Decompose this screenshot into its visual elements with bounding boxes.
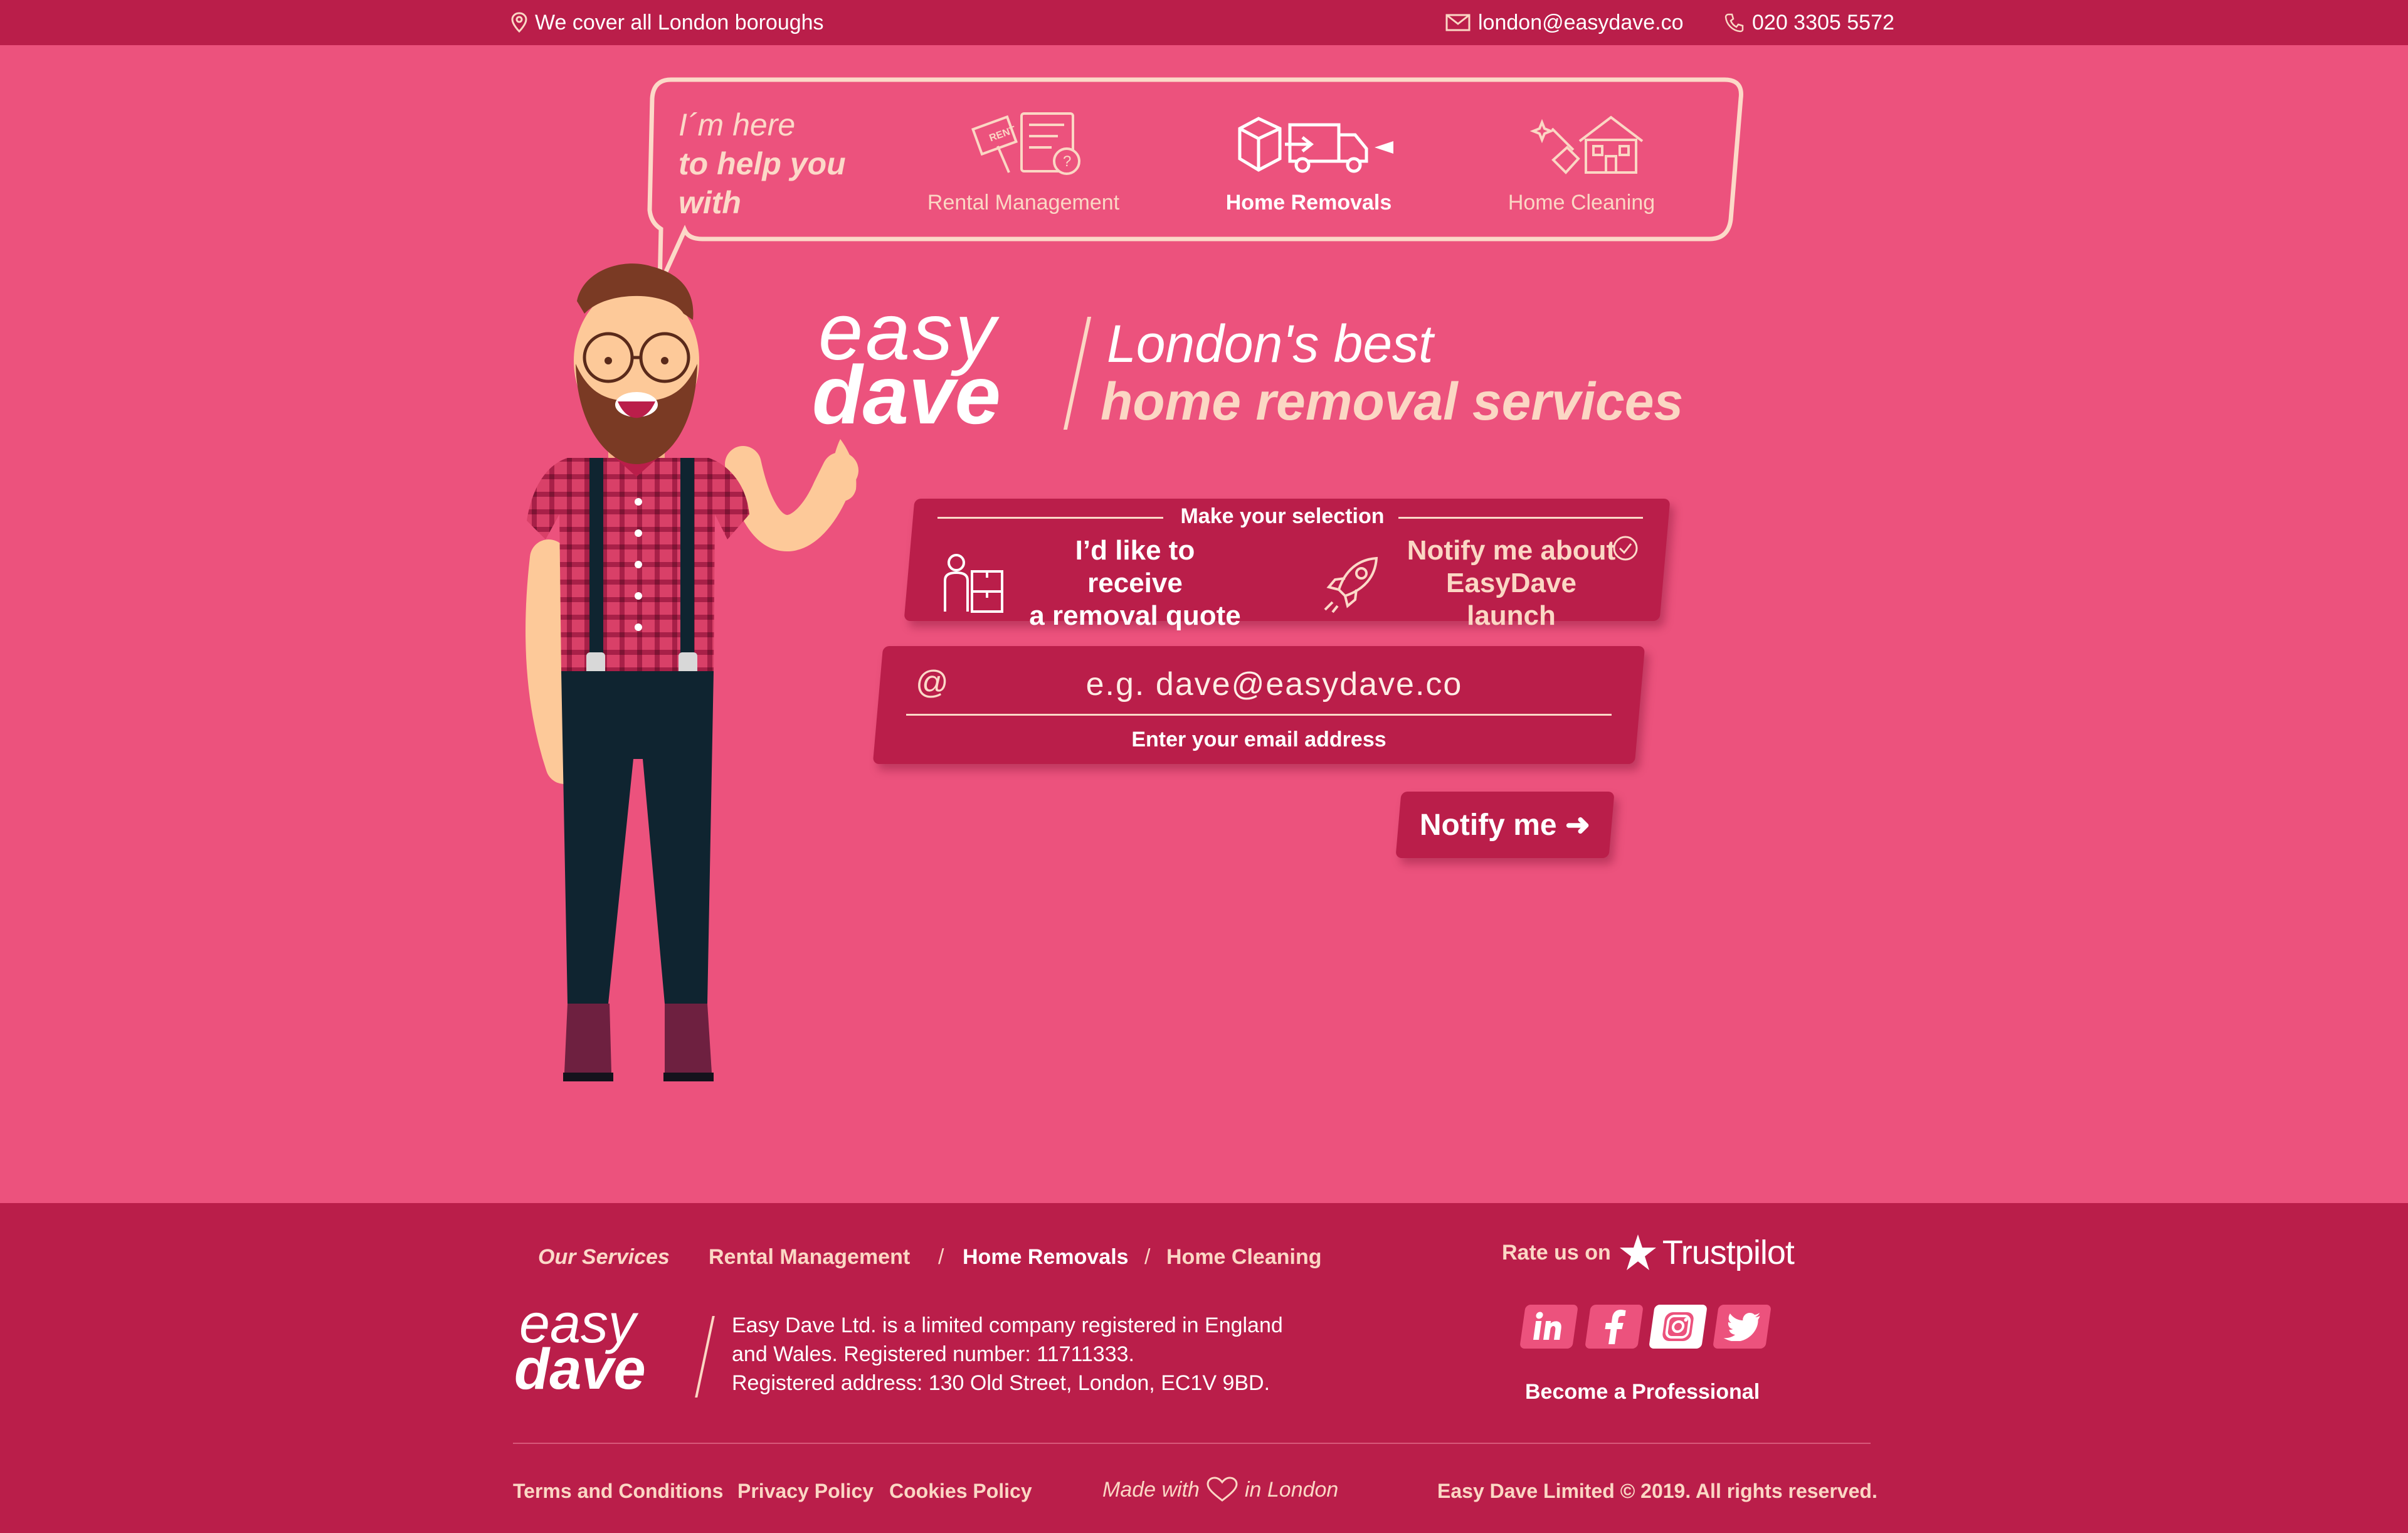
svg-text:?: ? — [1063, 153, 1071, 170]
rate-us-label: Rate us on — [1502, 1240, 1611, 1265]
map-pin-icon — [511, 12, 527, 33]
service-label: Home Removals — [1225, 191, 1392, 215]
made-with-text: Made with — [1102, 1477, 1200, 1502]
option-removal-quote-line1: I’d like to receive — [1075, 535, 1195, 598]
trustpilot-rating[interactable]: Rate us on Trustpilot — [1502, 1233, 1795, 1272]
bubble-intro-line1: I´m here — [679, 107, 796, 142]
check-circle-icon — [1613, 536, 1638, 561]
option-launch-line2: EasyDave launch — [1446, 568, 1576, 631]
instagram-icon — [1662, 1312, 1694, 1341]
service-label: Home Cleaning — [1508, 191, 1656, 215]
twitter-link[interactable] — [1713, 1305, 1772, 1349]
notify-me-button[interactable]: Notify me ➜ — [1398, 792, 1612, 858]
logo-dave: dave — [812, 349, 1001, 441]
footer-company-info: Easy Dave Ltd. is a limited company regi… — [732, 1311, 1283, 1398]
bubble-intro: I´m here to help you with — [679, 105, 846, 222]
email-input[interactable] — [959, 660, 1589, 709]
company-line2: and Wales. Registered number: 11711333. — [732, 1342, 1134, 1366]
twitter-icon — [1723, 1312, 1760, 1341]
become-professional-link[interactable]: Become a Professional — [1525, 1380, 1760, 1404]
option-launch-notify[interactable]: Notify me about EasyDave launch — [1320, 534, 1624, 632]
company-line1: Easy Dave Ltd. is a limited company regi… — [732, 1313, 1283, 1337]
heart-icon — [1207, 1477, 1238, 1502]
selection-title: Make your selection — [1180, 504, 1385, 528]
linkedin-icon — [1533, 1312, 1561, 1340]
privacy-policy-link[interactable]: Privacy Policy — [737, 1480, 874, 1503]
envelope-icon — [1445, 14, 1471, 31]
moving-truck-icon — [1238, 117, 1393, 173]
company-line3: Registered address: 130 Old Street, Lond… — [732, 1371, 1270, 1395]
option-removal-quote-line2: a removal quote — [1029, 600, 1241, 631]
service-home-removals[interactable]: Home Removals — [1202, 110, 1415, 215]
location-text: We cover all London boroughs — [535, 10, 824, 34]
top-bar: We cover all London boroughs london@easy… — [0, 0, 2408, 45]
phone-icon — [1724, 13, 1744, 33]
service-home-cleaning[interactable]: Home Cleaning — [1475, 110, 1688, 215]
footer-separator: / — [1144, 1245, 1151, 1269]
rent-sign-icon: RENT ? — [971, 112, 1080, 175]
contact-email[interactable]: london@easydave.co — [1445, 0, 1684, 45]
in-london-text: in London — [1244, 1477, 1339, 1502]
mover-with-boxes-icon — [944, 554, 1003, 613]
at-icon: @ — [916, 664, 949, 701]
bubble-intro-line3: with — [679, 185, 741, 220]
house-cleaning-icon — [1529, 115, 1644, 174]
footer-link-rental-management[interactable]: Rental Management — [709, 1245, 910, 1270]
footer-separator: / — [938, 1245, 944, 1269]
email-underline — [906, 714, 1612, 716]
bubble-intro-line2: to help you — [679, 146, 846, 181]
terms-link[interactable]: Terms and Conditions — [513, 1480, 723, 1503]
star-icon — [1619, 1234, 1656, 1270]
cookies-policy-link[interactable]: Cookies Policy — [889, 1480, 1032, 1503]
email-link[interactable]: london@easydave.co — [1478, 11, 1684, 35]
option-launch-notify-label: Notify me about EasyDave launch — [1398, 534, 1624, 632]
footer-link-home-removals[interactable]: Home Removals — [963, 1245, 1129, 1270]
facebook-icon — [1605, 1310, 1626, 1344]
option-launch-line1: Notify me about — [1407, 535, 1616, 566]
copyright: Easy Dave Limited © 2019. All rights res… — [1437, 1480, 1877, 1502]
phone-link[interactable]: 020 3305 5572 — [1752, 11, 1894, 35]
linkedin-link[interactable] — [1519, 1305, 1578, 1349]
footer-link-home-cleaning[interactable]: Home Cleaning — [1166, 1245, 1321, 1270]
footer-services-heading: Our Services — [538, 1245, 670, 1269]
made-with-love: Made with in London — [1102, 1477, 1338, 1503]
service-label: Rental Management — [927, 191, 1120, 215]
service-rental-management[interactable]: RENT ? Rental Management — [917, 110, 1130, 215]
footer-logo-dave: dave — [514, 1337, 646, 1401]
footer-divider — [513, 1443, 1871, 1444]
option-removal-quote[interactable]: I’d like to receive a removal quote — [937, 534, 1245, 632]
tagline-line2: home removal services — [1101, 372, 1684, 431]
trustpilot-logo-text: Trustpilot — [1662, 1234, 1795, 1271]
contact-phone[interactable]: 020 3305 5572 — [1724, 0, 1894, 45]
option-removal-quote-label: I’d like to receive a removal quote — [1025, 534, 1245, 632]
facebook-link[interactable] — [1585, 1305, 1644, 1349]
rocket-icon — [1324, 556, 1378, 613]
svg-text:RENT: RENT — [988, 124, 1017, 144]
location-info: We cover all London boroughs — [511, 0, 824, 45]
instagram-link[interactable] — [1649, 1305, 1708, 1349]
logo-divider — [1063, 317, 1092, 430]
tagline-line1: London's best — [1107, 314, 1434, 373]
email-caption: Enter your email address — [1131, 728, 1386, 751]
